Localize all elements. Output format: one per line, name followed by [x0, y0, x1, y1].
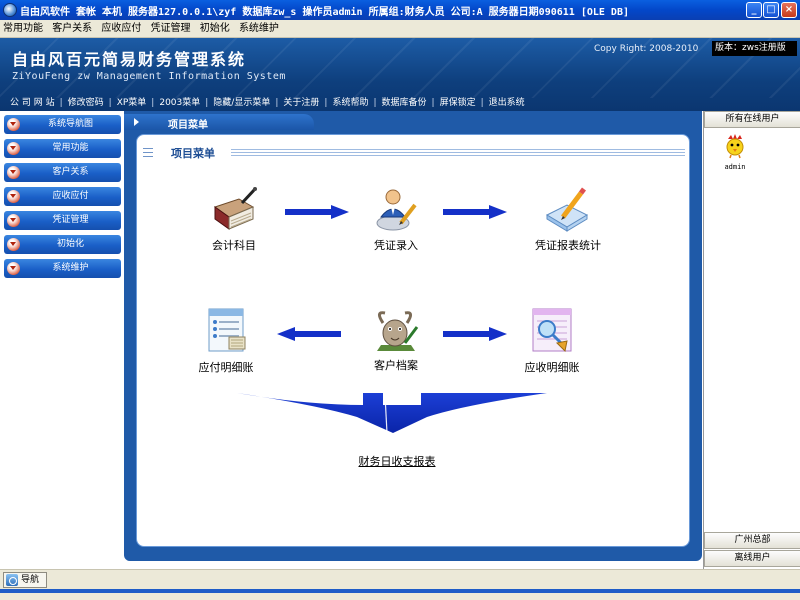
link-company-website[interactable]: 公 司 网 站	[10, 98, 55, 108]
header-stripes	[231, 149, 685, 158]
link-toggle-menu[interactable]: 隐藏/显示菜单	[213, 98, 270, 108]
maximize-button[interactable]: □	[763, 2, 779, 18]
chevron-down-icon	[7, 262, 20, 275]
chevron-down-icon	[7, 238, 20, 251]
link-exit-system[interactable]: 退出系统	[489, 98, 525, 108]
link-about-registration[interactable]: 关于注册	[283, 98, 319, 108]
arrow-right	[443, 205, 507, 219]
triangle-right-icon	[134, 118, 139, 126]
main-content: 项目菜单 项目菜单 会计科目 凭证录入 凭证报表统计 应付明细账 客户档案 应收…	[124, 111, 702, 561]
sidebar-item-system-maintenance[interactable]: 系统维护	[4, 259, 121, 278]
project-menu-panel: 项目菜单 会计科目 凭证录入 凭证报表统计 应付明细账 客户档案 应收明细账 财…	[136, 134, 690, 547]
left-sidebar: 系统导航图 常用功能 客户关系 应收应付 凭证管理 初始化 系统维护	[0, 111, 124, 569]
system-subtitle: ZiYouFeng zw Management Information Syst…	[12, 71, 286, 82]
flow-voucher-entry[interactable]: 凭证录入	[341, 185, 451, 253]
window-title: 自由风软件 套帐 本机 服务器127.0.0.1\zyf 数据库zw_s 操作员…	[20, 7, 629, 18]
flow-voucher-report[interactable]: 凭证报表统计	[513, 185, 623, 253]
chevron-down-icon	[7, 166, 20, 179]
chevron-down-icon	[7, 118, 20, 131]
header-nav-links: 公 司 网 站 | 修改密码 | XP菜单 | 2003菜单 | 隐藏/显示菜单 | 关于注册 | 系统…	[10, 98, 525, 108]
taskbar-strip	[0, 589, 800, 593]
link-change-password[interactable]: 修改密码	[68, 98, 104, 108]
chevron-down-icon	[7, 142, 20, 155]
menu-initialization[interactable]: 初始化	[197, 20, 233, 38]
link-screensaver-lock[interactable]: 屏保锁定	[440, 98, 476, 108]
sidebar-item-receivables-payables[interactable]: 应收应付	[4, 187, 121, 206]
menu-lines-icon	[143, 148, 153, 157]
sidebar-item-voucher-management[interactable]: 凭证管理	[4, 211, 121, 230]
sidebar-item-initialization[interactable]: 初始化	[4, 235, 121, 254]
flow-accounting-subjects[interactable]: 会计科目	[179, 185, 289, 253]
offline-users-button[interactable]: 离线用户	[704, 550, 800, 567]
chick-user-icon	[726, 134, 744, 159]
guangzhou-hq-button[interactable]: 广州总部	[704, 532, 800, 549]
chevron-down-icon	[7, 214, 20, 227]
magnifier-document-icon	[532, 308, 572, 353]
big-down-arrow	[237, 393, 547, 434]
sidebar-item-customer-relations[interactable]: 客户关系	[4, 163, 121, 182]
arrow-right	[285, 205, 349, 219]
menu-bar: 常用功能 客户关系 应收应付 凭证管理 初始化 系统维护	[0, 20, 800, 38]
menu-customer-relations[interactable]: 客户关系	[49, 20, 95, 38]
header-banner: 自由风百元简易财务管理系统 ZiYouFeng zw Management In…	[0, 38, 800, 111]
title-bar[interactable]: 自由风软件 套帐 本机 服务器127.0.0.1\zyf 数据库zw_s 操作员…	[0, 0, 800, 20]
list-document-icon	[208, 308, 246, 352]
online-users-panel: 所有在线用户 admin 广州总部 离线用户	[703, 111, 800, 569]
customer-goat-icon	[377, 311, 419, 351]
ledger-book-icon	[213, 187, 257, 230]
menu-system-maintenance[interactable]: 系统维护	[236, 20, 282, 38]
link-system-help[interactable]: 系统帮助	[332, 98, 368, 108]
flow-payable-detail[interactable]: 应付明细账	[171, 307, 281, 375]
chevron-down-icon	[7, 190, 20, 203]
close-button[interactable]: ×	[781, 2, 797, 18]
report-pen-icon	[545, 187, 589, 232]
status-bar: 导航	[0, 569, 800, 600]
system-title: 自由风百元简易财务管理系统	[12, 50, 247, 69]
user-pen-icon	[376, 189, 417, 231]
app-globe-icon[interactable]	[3, 3, 17, 17]
main-tab-title: 项目菜单	[168, 120, 208, 131]
link-daily-income-expense-report[interactable]: 财务日收支报表	[317, 453, 477, 469]
navigation-icon	[6, 574, 18, 586]
copyright-text: Copy Right: 2008-2010	[594, 44, 699, 54]
flow-customer-records[interactable]: 客户档案	[341, 305, 451, 373]
flow-receivable-detail[interactable]: 应收明细账	[497, 307, 607, 375]
link-2003-menu[interactable]: 2003菜单	[159, 98, 200, 108]
menu-voucher-management[interactable]: 凭证管理	[148, 20, 194, 38]
status-tab-navigation[interactable]: 导航	[3, 572, 47, 588]
sidebar-item-common-functions[interactable]: 常用功能	[4, 139, 121, 158]
panel-title: 项目菜单	[171, 147, 215, 160]
arrow-left	[277, 327, 341, 341]
online-users-header[interactable]: 所有在线用户	[704, 111, 800, 128]
minimize-button[interactable]: _	[746, 2, 762, 18]
version-badge: 版本：zws注册版	[712, 41, 797, 56]
link-database-backup[interactable]: 数据库备份	[382, 98, 427, 108]
online-user-admin[interactable]: admin	[717, 133, 753, 171]
menu-receivables-payables[interactable]: 应收应付	[98, 20, 144, 38]
panel-header: 项目菜单	[137, 141, 691, 165]
link-xp-menu[interactable]: XP菜单	[117, 98, 147, 108]
menu-common-functions[interactable]: 常用功能	[0, 20, 46, 38]
sidebar-item-navigation-map[interactable]: 系统导航图	[4, 115, 121, 134]
main-tab[interactable]: 项目菜单	[124, 114, 314, 131]
